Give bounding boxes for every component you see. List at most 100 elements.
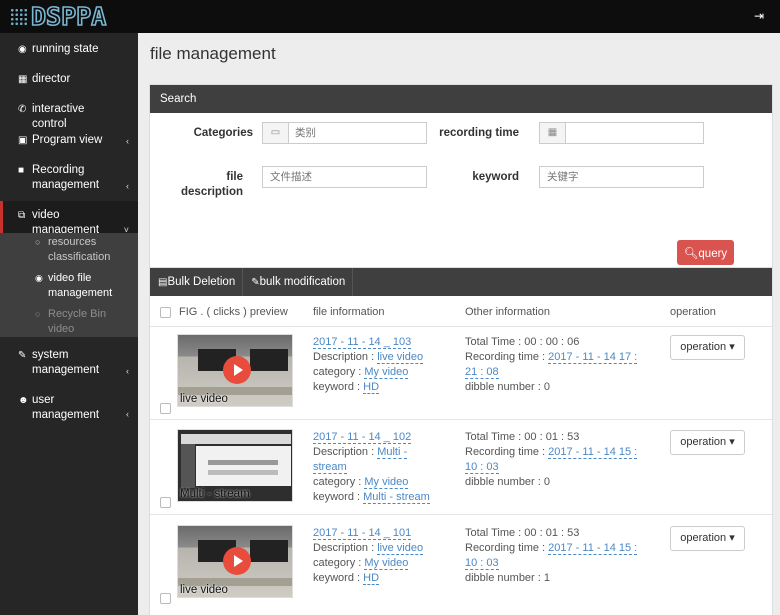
main-content: file management Search Categories ▭ reco… [138,33,780,615]
sign-out-icon[interactable]: ⇥ [754,9,764,23]
app-logo[interactable]: DSPPA [10,1,134,32]
operation-dropdown[interactable]: operation ▾ [670,526,745,551]
sidebar-item-label: Program view [32,134,103,146]
recording-time-value[interactable]: 2017 - 11 - 14 17 : [548,351,638,364]
video-management-icon: ⧉ [18,210,26,221]
description-value-cont[interactable]: stream [313,461,347,474]
file-description-field[interactable] [262,166,427,188]
description-value[interactable]: Multi - [377,446,408,459]
submenu-item-label: video file management [48,272,113,299]
calendar-icon: ▦ [540,123,566,143]
submenu-item-recycle-bin-video[interactable]: ○ Recycle Bin video [0,307,138,337]
logo-text: DSPPA [30,1,107,32]
recording-time-input[interactable] [572,125,697,141]
submenu-item-video-file-management[interactable]: ◉ video file management [0,271,138,301]
video-thumbnail[interactable]: live video [177,525,293,598]
file-name-link[interactable]: 2017 - 11 - 14 _ 103 [313,336,412,349]
select-all-checkbox[interactable] [160,307,171,318]
keyword-value[interactable]: HD [363,381,380,394]
recording-time-value[interactable]: 2017 - 11 - 14 15 : [548,542,638,555]
play-icon[interactable] [223,547,251,575]
recording-time-label: Recording time : [465,351,549,363]
recording-time-value-cont[interactable]: 10 : 03 [465,557,499,570]
sidebar-item-director[interactable]: ▦ director [0,72,138,87]
total-time: Total Time : 00 : 00 : 06 [465,336,580,348]
file-name-link[interactable]: 2017 - 11 - 14 _ 102 [313,431,412,444]
thumbnail-screen-body [196,446,291,486]
file-name-link[interactable]: 2017 - 11 - 14 _ 101 [313,527,412,540]
video-thumbnail[interactable]: Multi - stream [177,429,293,502]
video-thumbnail[interactable]: live video [177,334,293,407]
recording-time-value-cont[interactable]: 10 : 03 [465,461,499,474]
chevron-left-icon: ‹ [126,366,129,376]
submenu-item-label: Recycle Bin video [48,308,107,335]
divider [150,326,772,327]
submenu-item-label: resources classification [48,236,111,263]
operation-dropdown[interactable]: operation ▾ [670,335,745,360]
category-label: category : [313,476,365,488]
category-value[interactable]: My video [364,366,409,379]
recording-time-value[interactable]: 2017 - 11 - 14 15 : [548,446,638,459]
row-checkbox[interactable] [160,497,171,508]
submenu-item-resources-classification[interactable]: ○ resources classification [0,235,138,265]
sidebar-item-recording-management[interactable]: ■ Recording management ‹ [0,163,138,193]
keyword-input[interactable] [547,169,697,185]
dibble-number: dibble number : 1 [465,572,550,584]
file-list-panel: ▤Bulk Deletion ✎bulk modification FIG . … [149,267,773,615]
divider [150,419,772,420]
sidebar-item-interactive-control[interactable]: ✆ interactive control [0,102,138,132]
sidebar-item-program-view[interactable]: ▣ Program view ‹ [0,133,138,148]
categories-field[interactable]: ▭ [262,122,427,144]
recording-time-label: Recording time : [465,446,549,458]
keyword-field[interactable] [539,166,704,188]
keyword-value[interactable]: HD [363,572,380,585]
phone-icon: ✆ [18,104,27,115]
recording-time-label: recording time [439,127,519,139]
sidebar: ◉ running state ▦ director ✆ interactive… [0,33,138,615]
recording-time-value-cont[interactable]: 21 : 08 [465,366,499,379]
sidebar-item-system-management[interactable]: ✎ system management ‹ [0,348,138,378]
row-checkbox[interactable] [160,593,171,604]
file-description-input[interactable] [270,169,420,185]
column-header-preview: FIG . ( clicks ) preview [179,306,288,318]
other-information: Total Time : 00 : 00 : 06 Recording time… [465,335,638,395]
column-header-operation: operation [670,306,716,318]
row-checkbox[interactable] [160,403,171,414]
bulk-modify-button[interactable]: ✎bulk modification [243,268,354,296]
file-description-label: file description [181,171,243,198]
dashboard-icon: ◉ [18,44,27,55]
column-header-other-information: Other information [465,306,550,318]
chevron-left-icon: ‹ [126,409,129,419]
description-label: Description : [313,351,378,363]
recording-time-label: Recording time : [465,542,549,554]
bulk-delete-button[interactable]: ▤Bulk Deletion [150,268,244,296]
description-value[interactable]: live video [377,351,424,364]
sidebar-item-running-state[interactable]: ◉ running state [0,42,138,57]
description-value[interactable]: live video [377,542,424,555]
keyword-label: keyword : [313,491,364,503]
play-icon[interactable] [223,356,251,384]
search-icon: 🔍︎ [683,247,699,260]
sidebar-item-video-management[interactable]: ⧉ video management ˅ [0,201,138,236]
wrench-icon: ✎ [18,350,27,361]
thumbnail-caption: Multi - stream [180,488,250,500]
total-time: Total Time : 00 : 01 : 53 [465,431,580,443]
categories-input[interactable] [295,125,420,141]
category-value[interactable]: My video [364,557,409,570]
keyword-value[interactable]: Multi - stream [363,491,430,504]
keyword-label: keyword : [313,381,364,393]
category-value[interactable]: My video [364,476,409,489]
categories-label: Categories [193,127,253,139]
recording-time-field[interactable]: ▦ [539,122,704,144]
query-button[interactable]: 🔍︎query [677,240,734,265]
keyword-label: keyword [472,171,519,183]
camera-icon: ■ [18,165,25,176]
caret-down-icon: ▾ [729,436,735,448]
thumbnail-screen-top [181,434,291,444]
dibble-number: dibble number : 0 [465,476,550,488]
operation-dropdown[interactable]: operation ▾ [670,430,745,455]
sidebar-item-user-management[interactable]: ☻ user management ‹ [0,393,138,423]
caret-down-icon: ▾ [729,341,735,353]
circle-icon: ○ [35,237,41,247]
divider [150,514,772,515]
